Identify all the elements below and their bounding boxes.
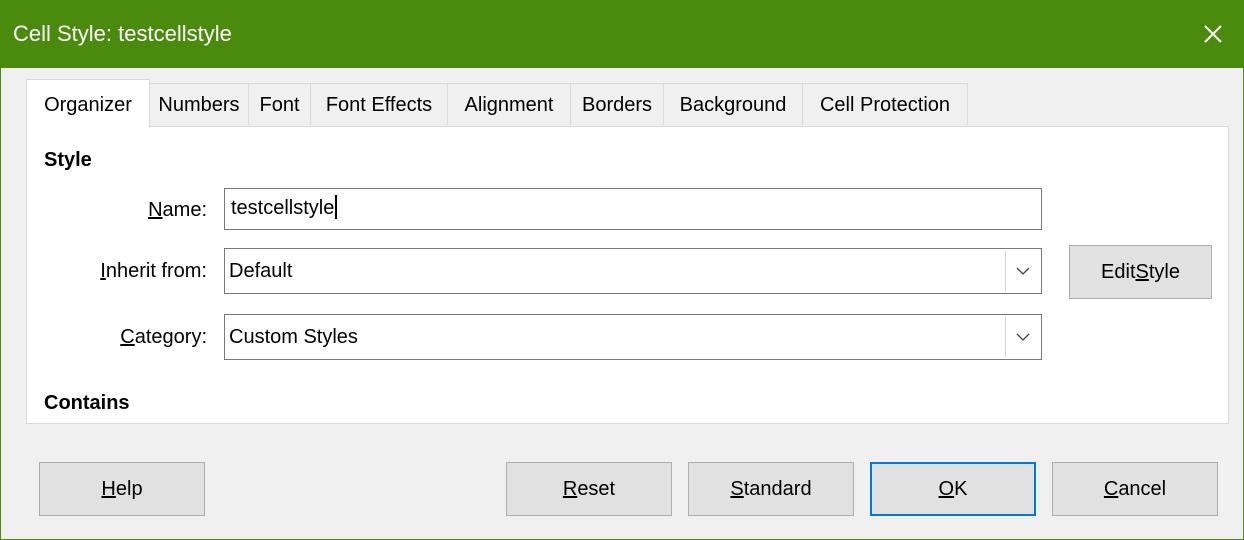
edit-style-button[interactable]: Edit Style [1069,245,1212,299]
category-label: Category: [27,326,207,349]
dialog-window: Cell Style: testcellstyle Organizer Numb… [0,0,1244,540]
category-dropdown-button[interactable] [1005,317,1039,357]
name-input-value: testcellstyle [231,197,335,219]
close-icon [1204,25,1222,43]
tab-cell-protection[interactable]: Cell Protection [802,83,968,125]
title-bar[interactable]: Cell Style: testcellstyle [1,0,1244,68]
organizer-panel: Style Name: testcellstyle Inherit from: … [26,126,1229,424]
tab-alignment[interactable]: Alignment [447,83,571,125]
inherit-label-text: nherit from: [105,260,207,282]
edit-style-prefix: Edit [1101,260,1136,283]
edit-style-mnemonic: S [1135,260,1149,283]
name-input[interactable]: testcellstyle [224,188,1042,230]
tab-font[interactable]: Font [248,83,311,125]
category-value: Custom Styles [229,326,358,348]
category-select[interactable]: Custom Styles [224,314,1042,360]
name-label-text: ame: [162,199,207,221]
ok-text: K [954,477,968,500]
contains-heading: Contains [44,392,130,414]
chevron-down-icon [1016,267,1029,275]
reset-button[interactable]: Reset [506,462,672,516]
tab-background[interactable]: Background [663,83,803,125]
chevron-down-icon [1016,333,1029,341]
tab-organizer[interactable]: Organizer [26,79,150,128]
ok-button[interactable]: OK [870,462,1036,516]
inherit-from-label: Inherit from: [27,260,207,283]
standard-button[interactable]: Standard [688,462,854,516]
cancel-button[interactable]: Cancel [1052,462,1218,516]
reset-text: eset [577,477,616,500]
category-label-mnemonic: C [120,326,135,348]
category-label-text: ategory: [134,326,207,348]
help-button[interactable]: Help [39,462,205,516]
cancel-mnemonic: C [1103,477,1119,500]
close-button[interactable] [1181,0,1244,68]
ok-mnemonic: O [938,477,955,500]
tab-font-effects[interactable]: Font Effects [310,83,448,125]
standard-text: tandard [743,477,812,500]
inherit-from-select[interactable]: Default [224,248,1042,294]
inherit-dropdown-button[interactable] [1005,251,1039,291]
tab-numbers[interactable]: Numbers [149,83,249,125]
standard-mnemonic: S [730,477,744,500]
reset-mnemonic: R [562,477,578,500]
text-caret [335,194,338,219]
inherit-from-value: Default [229,260,293,282]
cancel-text: ancel [1118,477,1167,500]
help-mnemonic: H [101,477,116,500]
edit-style-text: tyle [1148,260,1180,283]
tab-borders[interactable]: Borders [570,83,664,125]
name-label: Name: [27,199,207,222]
style-heading: Style [44,149,92,171]
help-text: elp [115,477,143,500]
window-title: Cell Style: testcellstyle [13,21,232,46]
name-label-mnemonic: N [148,199,163,221]
